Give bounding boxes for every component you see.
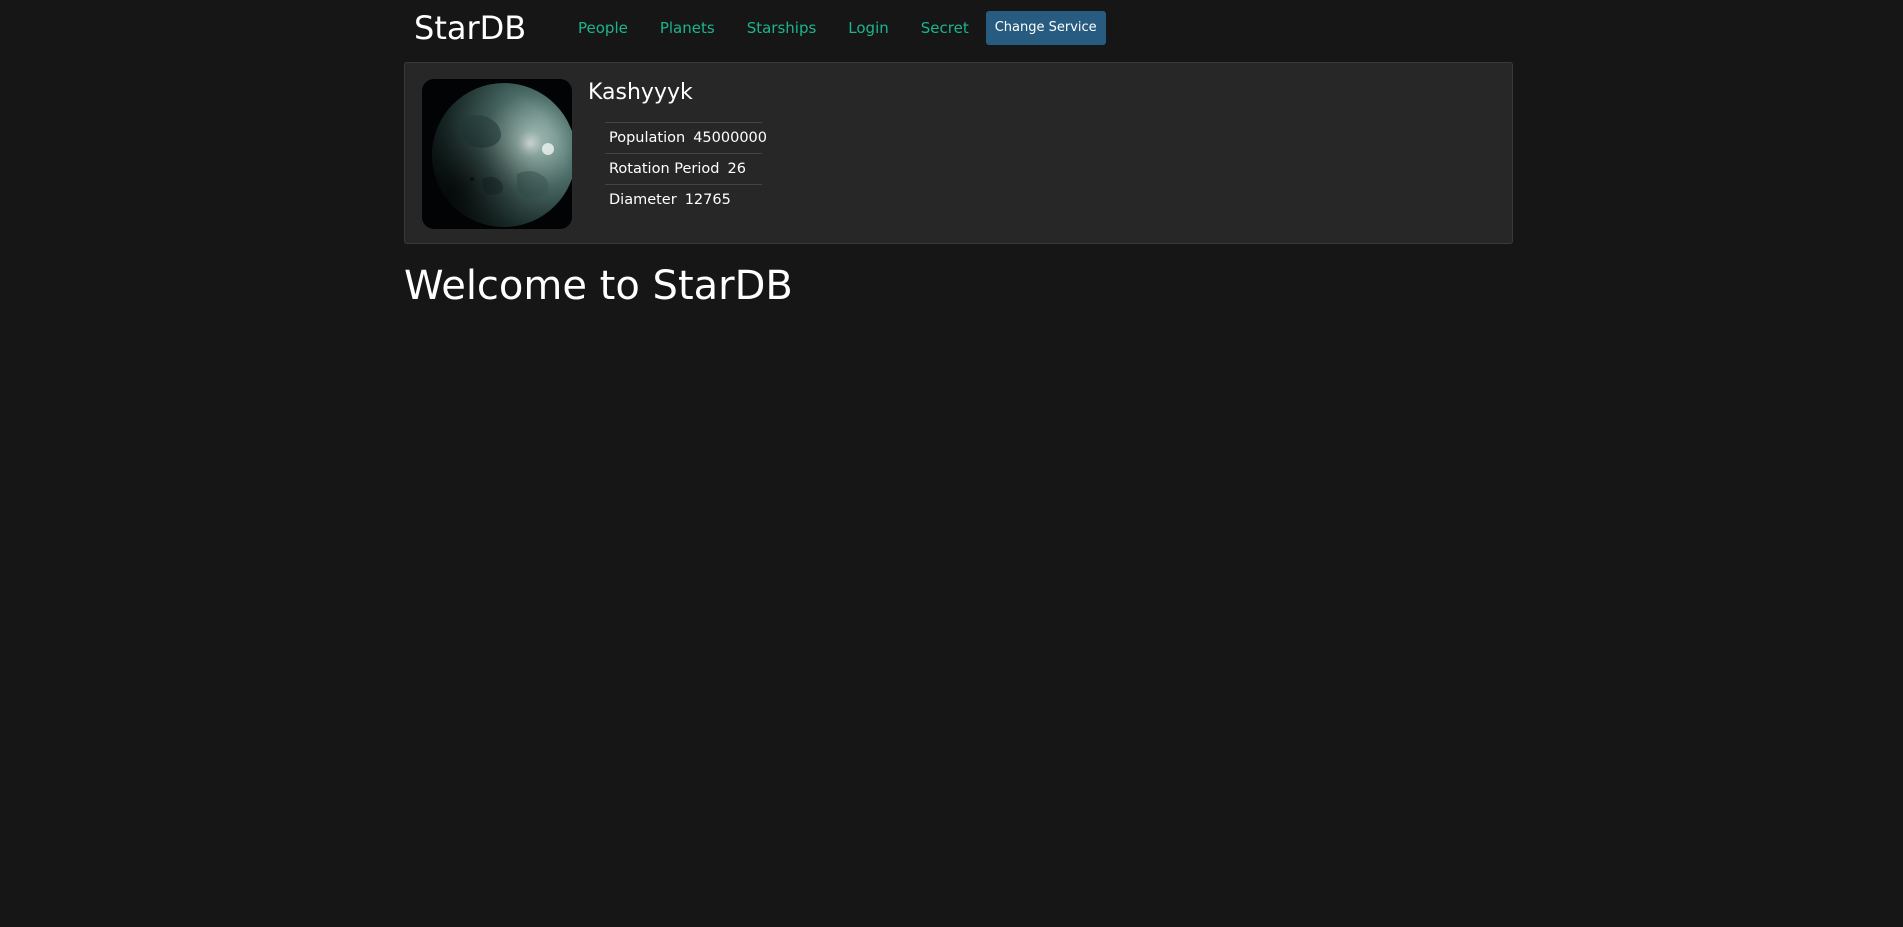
- nav-link-secret[interactable]: Secret: [905, 11, 985, 45]
- detail-value-population: 45000000: [693, 130, 767, 146]
- nav-link-login[interactable]: Login: [832, 11, 904, 45]
- app-container: StarDB People Planets Starships Login Se…: [404, 0, 1515, 309]
- planet-details-list: Population 45000000 Rotation Period 26 Dia…: [605, 122, 767, 215]
- main-nav: People Planets Starships Login Secret Ch…: [562, 11, 1106, 45]
- welcome-heading: Welcome to StarDB: [404, 263, 793, 309]
- header: StarDB People Planets Starships Login Se…: [404, 0, 1515, 56]
- list-item: Population 45000000: [605, 122, 767, 153]
- nav-link-people[interactable]: People: [562, 11, 644, 45]
- change-service-button[interactable]: Change Service: [985, 11, 1106, 45]
- detail-term-rotation-period: Rotation Period: [609, 161, 720, 177]
- detail-value-rotation-period: 26: [727, 161, 746, 177]
- nav-link-starships[interactable]: Starships: [731, 11, 833, 45]
- planet-image: [422, 79, 572, 229]
- detail-term-population: Population: [609, 130, 686, 146]
- list-item: Rotation Period 26: [605, 153, 762, 184]
- nav-link-planets[interactable]: Planets: [644, 11, 731, 45]
- random-planet-card: Kashyyyk Population 45000000 Rotation Per…: [404, 62, 1513, 244]
- logo-link[interactable]: StarDB: [414, 8, 526, 48]
- detail-value-diameter: 12765: [684, 192, 731, 208]
- planet-name: Kashyyyk: [588, 80, 693, 105]
- detail-term-diameter: Diameter: [609, 192, 677, 208]
- list-item: Diameter 12765: [605, 184, 762, 215]
